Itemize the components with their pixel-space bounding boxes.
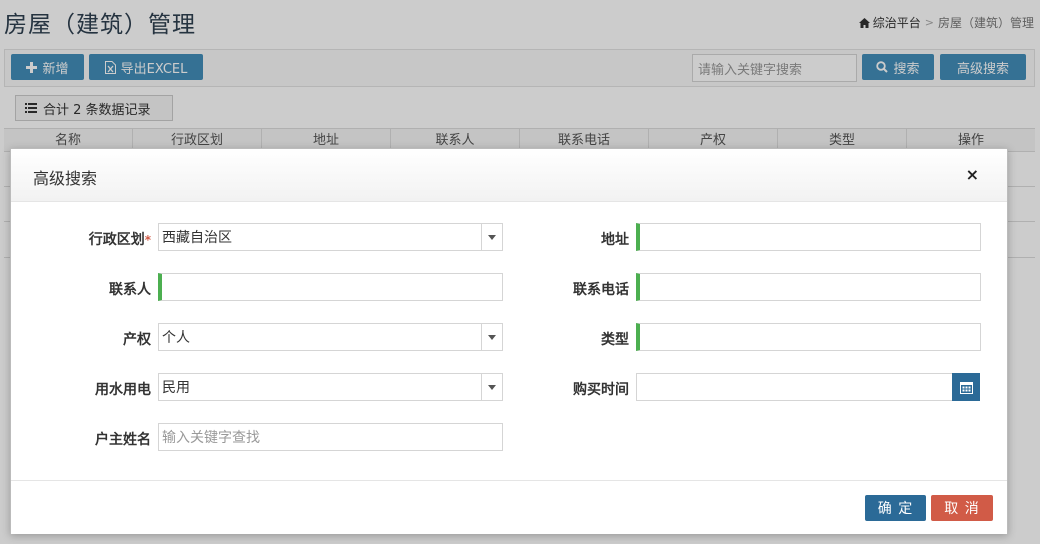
district-label-text: 行政区划	[88, 232, 145, 248]
phone-input[interactable]	[636, 273, 981, 301]
utility-select-value: 民用	[162, 380, 190, 396]
purchase-time-input[interactable]	[636, 373, 954, 401]
chevron-down-icon[interactable]	[481, 224, 502, 250]
owner-name-input[interactable]: 输入关键字查找	[158, 423, 503, 451]
utility-select[interactable]: 民用	[158, 373, 503, 401]
confirm-button[interactable]: 确 定	[865, 495, 926, 521]
address-input[interactable]	[636, 223, 981, 251]
calendar-icon	[959, 381, 973, 394]
type-label: 类型	[601, 332, 629, 348]
contact-label: 联系人	[109, 282, 151, 298]
chevron-down-icon[interactable]	[481, 374, 502, 400]
type-input[interactable]	[636, 323, 981, 351]
owner-name-label: 户主姓名	[95, 432, 151, 448]
ownership-select[interactable]: 个人	[158, 323, 503, 351]
address-label: 地址	[601, 232, 629, 248]
owner-name-placeholder: 输入关键字查找	[162, 430, 260, 446]
district-select-value: 西藏自治区	[162, 230, 232, 246]
calendar-button[interactable]	[952, 373, 980, 401]
cancel-button[interactable]: 取 消	[931, 495, 993, 521]
contact-input[interactable]	[158, 273, 503, 301]
dialog-header: 高级搜索 ×	[11, 149, 1007, 202]
purchase-time-label: 购买时间	[573, 382, 629, 398]
chevron-down-icon[interactable]	[481, 324, 502, 350]
phone-label: 联系电话	[573, 282, 629, 298]
dialog-footer: 确 定 取 消	[11, 480, 1007, 534]
district-select[interactable]: 西藏自治区	[158, 223, 503, 251]
advanced-search-dialog: 高级搜索 × 行政区划* 西藏自治区 地址 联系人 联系电话 产权 个人 类型 …	[10, 148, 1008, 534]
district-label: 行政区划*	[51, 229, 151, 249]
utility-label: 用水用电	[95, 382, 151, 398]
ownership-label: 产权	[123, 332, 151, 348]
dialog-title: 高级搜索	[33, 169, 98, 188]
required-marker: *	[144, 233, 151, 247]
ownership-select-value: 个人	[162, 330, 190, 346]
close-icon[interactable]: ×	[966, 165, 979, 184]
